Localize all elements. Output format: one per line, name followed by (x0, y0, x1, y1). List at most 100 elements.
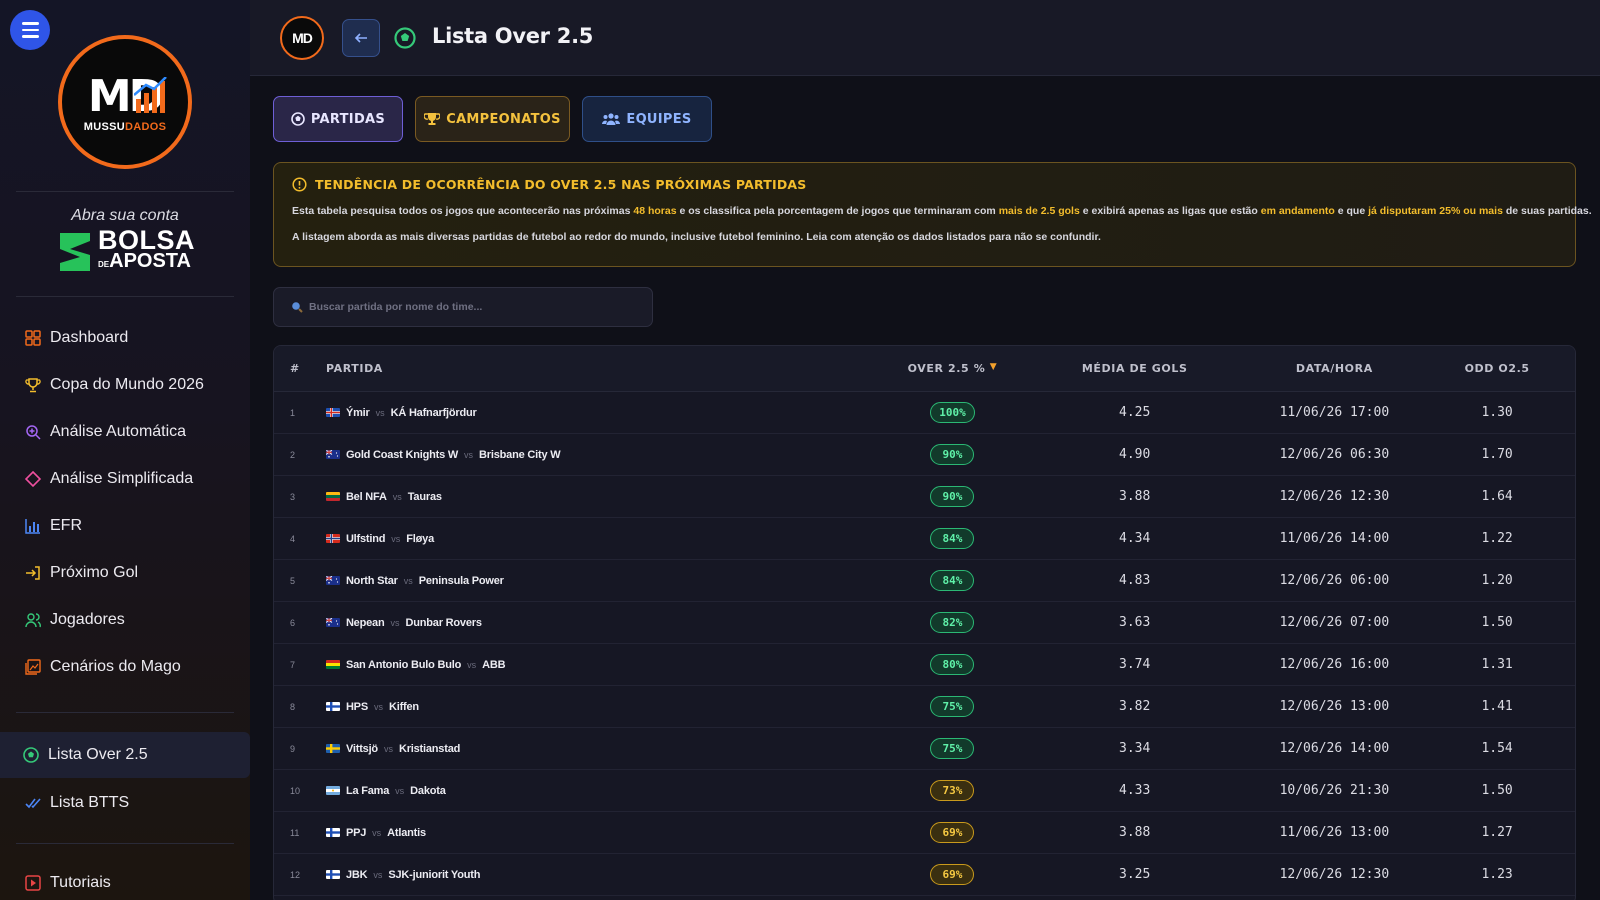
vs-label: vs (373, 701, 383, 712)
table-row[interactable]: 8 HPS vs Kiffen 75% 3.82 12/06/26 13:00 1.41 (274, 686, 1575, 728)
sidebar-item-efr[interactable]: EFR (0, 503, 250, 549)
row-number: 11 (290, 827, 300, 838)
col-header-odd[interactable]: ODD O2.5 (1419, 362, 1575, 375)
vs-label: vs (464, 449, 474, 460)
sidebar-item-analise-simplificada[interactable]: Análise Simplificada (0, 456, 250, 502)
sidebar-item-label: Lista BTTS (50, 794, 130, 811)
table-row[interactable]: 2 Gold Coast Knights W vs Brisbane City W 90… (274, 434, 1575, 476)
search-icon (292, 302, 303, 313)
data-hora-cell: 12/06/26 12:30 (1279, 489, 1390, 504)
media-gols-cell: 4.33 (1119, 783, 1151, 798)
match-cell[interactable]: North Star vs Peninsula Power (325, 575, 885, 587)
col-header-partida[interactable]: PARTIDA (326, 362, 885, 375)
vs-label: vs (373, 869, 383, 880)
grid-icon (24, 329, 42, 347)
sidebar-item-proximo-gol[interactable]: Próximo Gol (0, 550, 250, 596)
vs-label: vs (392, 491, 402, 502)
row-number: 1 (290, 407, 296, 418)
col-header-media[interactable]: MÉDIA DE GOLS (1020, 362, 1250, 375)
match-cell[interactable]: La Fama vs Dakota (325, 784, 885, 797)
sidebar-item-analise-automatica[interactable]: Análise Automática (0, 409, 250, 455)
sidebar-item-label: Análise Simplificada (50, 470, 194, 487)
over-percentage-badge: 82% (930, 612, 975, 633)
flag-finland-icon (325, 828, 340, 837)
sidebar-item-lista-over[interactable]: Lista Over 2.5 (0, 732, 250, 778)
app-logo[interactable]: MD MUSSUDADOS (58, 35, 192, 169)
match-cell[interactable]: Ulfstind vs Fløya (325, 533, 885, 545)
table-row[interactable]: 9 Vittsjö vs Kristianstad 75% 3.34 12/06/26 14… (274, 728, 1575, 770)
col-header-over[interactable]: OVER 2.5 % ▼ (885, 362, 1020, 375)
media-gols-cell: 3.88 (1119, 489, 1151, 504)
header-logo[interactable]: MD (280, 16, 324, 60)
promo-bolsa-de-aposta-logo[interactable]: BOLSA DEAPOSTA (56, 226, 196, 276)
sidebar-divider (16, 296, 234, 297)
media-gols-cell: 3.74 (1119, 657, 1151, 672)
table-row[interactable]: 12 JBK vs SJK-juniorit Youth 69% 3.25 12/06/26… (274, 854, 1575, 896)
sidebar-item-copa-do-mundo[interactable]: Copa do Mundo 2026 (0, 362, 250, 408)
away-team: SJK-juniorit Youth (388, 868, 481, 881)
match-cell[interactable]: Bel NFA vs Tauras (325, 490, 885, 503)
home-team: Nepean (345, 616, 385, 629)
table-row[interactable]: 3 Bel NFA vs Tauras 90% 3.88 12/06/26 12:30 1.6… (274, 476, 1575, 518)
back-button[interactable] (342, 19, 380, 57)
table-body: 1 Ýmir vs KÁ Hafnarfjördur 100% 4.25 11/06/26 … (274, 392, 1575, 896)
table-row[interactable]: 4 Ulfstind vs Fløya 84% 4.34 11/06/26 14:00 1.2… (274, 518, 1575, 560)
sidebar-item-jogadores[interactable]: Jogadores (0, 597, 250, 643)
col-header-data[interactable]: DATA/HORA (1250, 362, 1420, 375)
table-row[interactable]: 6 Nepean vs Dunbar Rovers 82% 3.63 12/06/26 07… (274, 602, 1575, 644)
sidebar-item-tutoriais[interactable]: Tutoriais (0, 860, 250, 900)
table-row[interactable]: 1 Ýmir vs KÁ Hafnarfjördur 100% 4.25 11/06/26 … (274, 392, 1575, 434)
media-gols-cell: 4.34 (1119, 531, 1151, 546)
tab-campeonatos[interactable]: CAMPEONATOS (415, 96, 570, 142)
table-row[interactable]: 11 PPJ vs Atlantis 69% 3.88 11/06/26 13:00 1.27 (274, 812, 1575, 854)
match-cell[interactable]: Ýmir vs KÁ Hafnarfjördur (325, 406, 885, 419)
away-team: Brisbane City W (479, 448, 561, 461)
match-cell[interactable]: Nepean vs Dunbar Rovers (325, 616, 885, 629)
trophy-icon (24, 376, 42, 394)
match-cell[interactable]: San Antonio Bulo Bulo vs ABB (325, 659, 885, 671)
flag-sweden-icon (325, 744, 340, 753)
home-team: Gold Coast Knights W (345, 448, 459, 461)
double-check-icon (24, 794, 42, 812)
match-cell[interactable]: HPS vs Kiffen (325, 700, 885, 713)
info-title: TENDÊNCIA DE OCORRÊNCIA DO OVER 2.5 NAS … (292, 177, 1557, 192)
match-cell[interactable]: Vittsjö vs Kristianstad (325, 743, 885, 755)
odd-cell: 1.50 (1481, 615, 1513, 630)
sidebar-item-dashboard[interactable]: Dashboard (0, 315, 250, 361)
search-box[interactable] (273, 287, 653, 327)
sidebar-item-lista-btts[interactable]: Lista BTTS (0, 780, 250, 826)
flag-australia-icon (325, 576, 340, 585)
row-number: 10 (290, 785, 301, 796)
tab-equipes[interactable]: EQUIPES (582, 96, 712, 142)
over-cell: 90% (885, 486, 1020, 507)
home-team: La Fama (345, 784, 390, 797)
row-number: 9 (290, 743, 296, 754)
play-icon (24, 874, 42, 892)
odd-cell: 1.70 (1481, 447, 1513, 462)
odd-cell: 1.31 (1481, 657, 1513, 672)
match-cell[interactable]: Gold Coast Knights W vs Brisbane City W (325, 448, 885, 461)
home-team: Bel NFA (345, 490, 387, 503)
alert-circle-icon (292, 177, 307, 192)
match-cell[interactable]: JBK vs SJK-juniorit Youth (325, 868, 885, 881)
home-team: HPS (345, 700, 368, 713)
data-hora-cell: 12/06/26 07:00 (1279, 615, 1390, 630)
table-row[interactable]: 5 North Star vs Peninsula Power 84% 4.83 12/06… (274, 560, 1575, 602)
col-header-num: # (290, 362, 300, 375)
match-cell[interactable]: PPJ vs Atlantis (325, 827, 885, 839)
sidebar-item-cenarios-do-mago[interactable]: Cenários do Mago (0, 644, 250, 690)
over-percentage-badge: 69% (930, 864, 975, 885)
table-row[interactable]: 10 La Fama vs Dakota 73% 4.33 10/06/26 21:30 1.… (274, 770, 1575, 812)
row-number: 5 (290, 575, 296, 586)
table-row[interactable]: 7 San Antonio Bulo Bulo vs ABB 80% 3.74 12/06/… (274, 644, 1575, 686)
flag-iceland-icon (325, 408, 340, 417)
soccer-ball-icon (22, 746, 40, 764)
tab-partidas[interactable]: PARTIDAS (273, 96, 403, 142)
search-input[interactable] (309, 301, 629, 313)
odd-cell: 1.54 (1481, 741, 1513, 756)
menu-toggle-button[interactable] (10, 10, 50, 50)
away-team: KÁ Hafnarfjördur (390, 406, 477, 419)
flag-australia-icon (325, 450, 340, 459)
soccer-ball-icon (291, 112, 305, 126)
tab-label: PARTIDAS (310, 111, 386, 127)
